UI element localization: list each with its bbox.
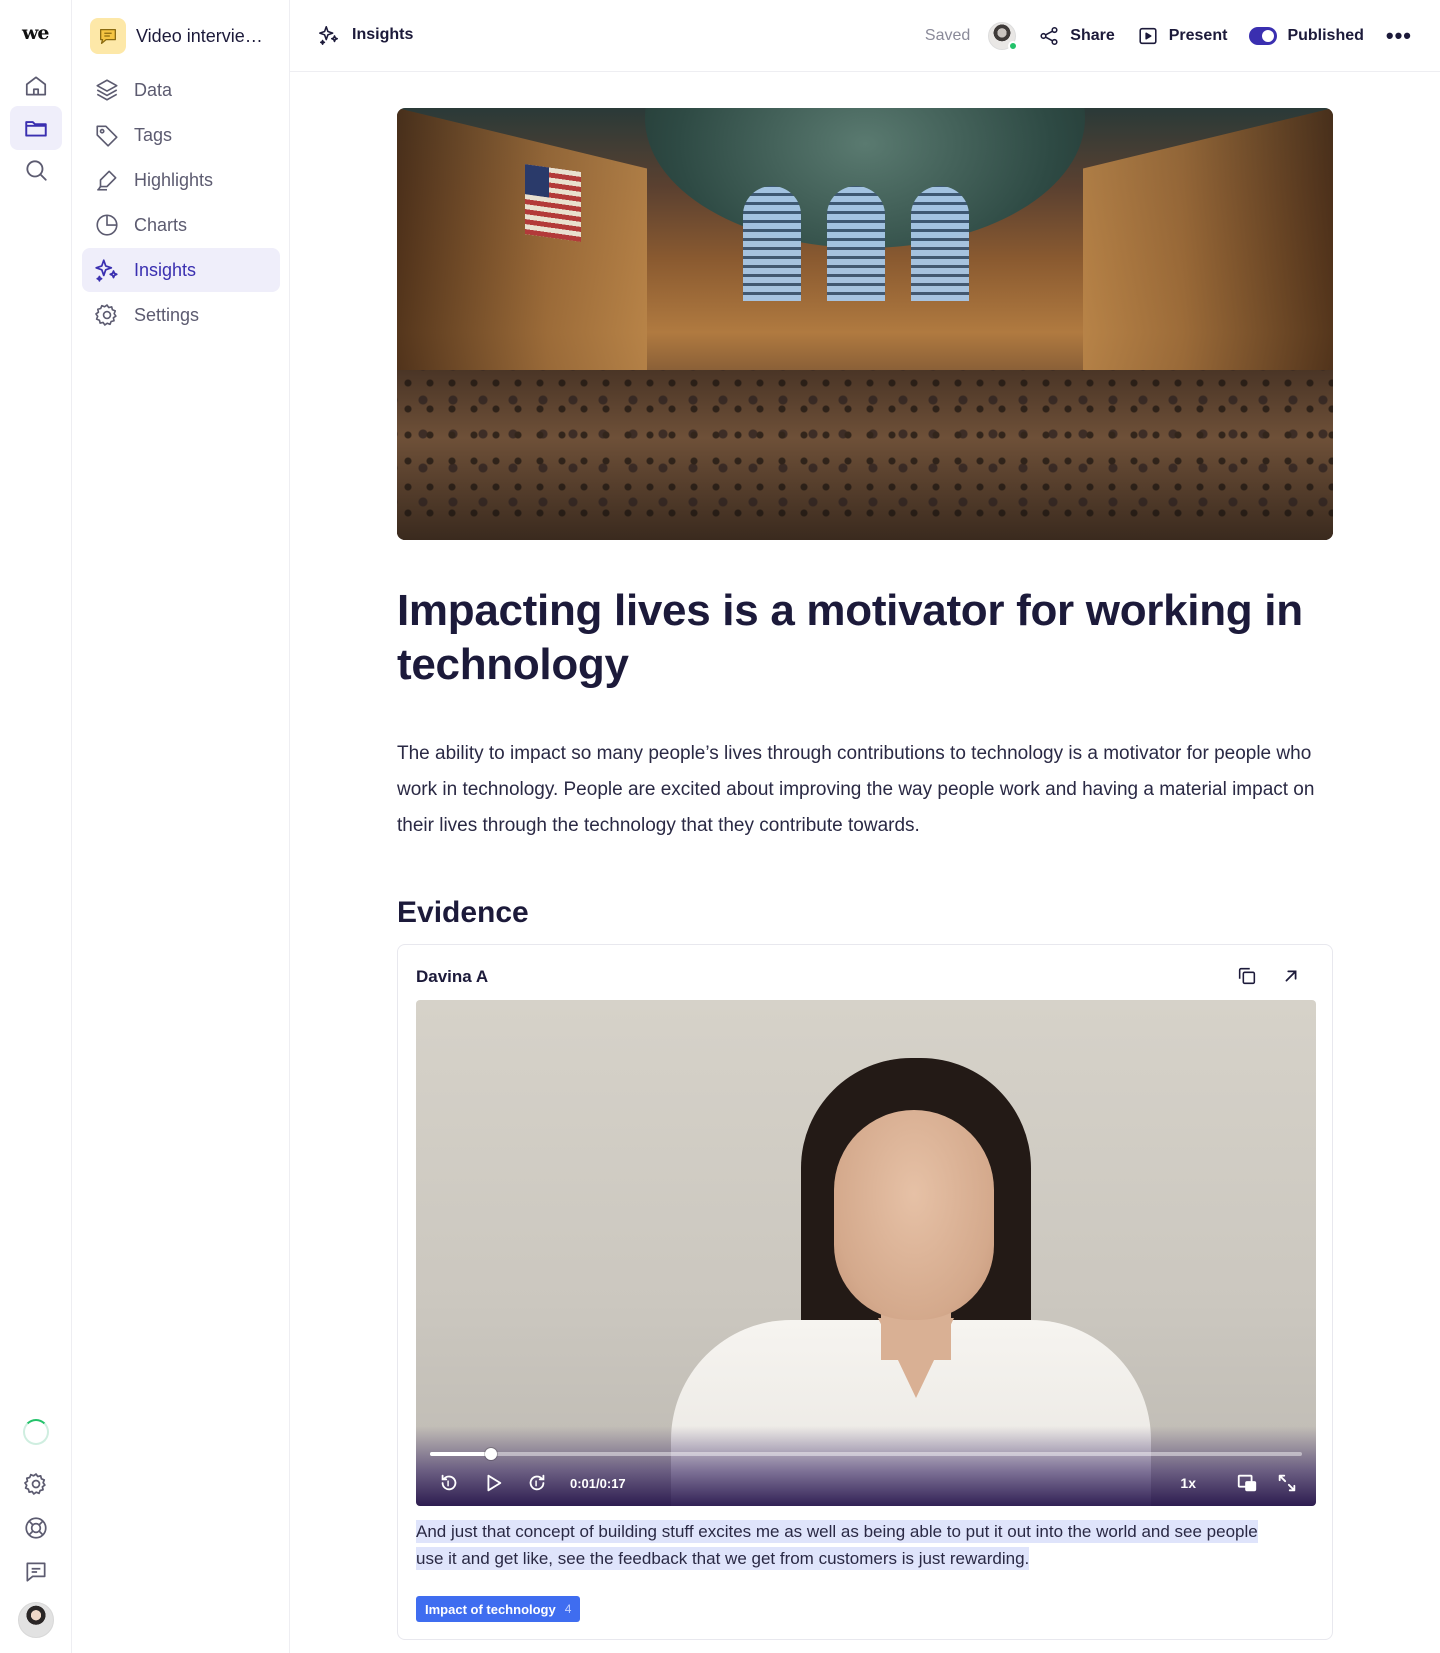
video-frame-detail [834, 1110, 994, 1320]
project-icon [90, 18, 126, 54]
insight-description[interactable]: The ability to impact so many people’s l… [397, 736, 1327, 844]
search-icon [26, 160, 47, 181]
copy-icon[interactable] [1236, 965, 1258, 987]
share-button[interactable]: Share [1038, 25, 1115, 47]
present-icon [1139, 27, 1157, 45]
evidence-card-actions [1236, 965, 1302, 987]
project-sidebar: Video intervie… Data Tags Highlights Cha… [72, 0, 290, 1653]
breadcrumb: Insights [318, 24, 413, 46]
sidebar-item-settings[interactable]: Settings [82, 293, 280, 337]
pie-chart-icon [96, 214, 118, 236]
sidebar-nav: Data Tags Highlights Charts Insights Set… [82, 68, 280, 338]
layers-icon [96, 79, 118, 101]
project-name: Video intervie… [136, 25, 263, 46]
gear-icon [95, 304, 117, 326]
cover-image-detail [743, 186, 801, 301]
header-actions: Saved Share Present Published ••• [925, 18, 1412, 54]
sidebar-item-insights[interactable]: Insights [82, 248, 280, 292]
rail-settings-button[interactable] [10, 1462, 62, 1506]
chat-bubble-icon [100, 28, 116, 44]
sidebar-item-charts[interactable]: Charts [82, 203, 280, 247]
video-progress-fill [430, 1452, 492, 1456]
cover-image-detail [911, 186, 969, 301]
top-bar: Insights Saved Share Present Published •… [290, 0, 1440, 72]
play-icon[interactable] [482, 1472, 504, 1494]
more-options-button[interactable]: ••• [1386, 23, 1412, 49]
tag-label: Impact of technology [425, 1601, 556, 1617]
toggle-switch[interactable] [1249, 27, 1278, 45]
online-indicator [1008, 41, 1019, 51]
insight-title[interactable]: Impacting lives is a motivator for worki… [397, 584, 1317, 692]
video-player[interactable]: 0:01/0:17 1x [416, 1000, 1316, 1506]
tag-chip[interactable]: Impact of technology 4 [416, 1596, 581, 1622]
lifebuoy-icon [25, 1517, 47, 1539]
quote-highlight: And just that concept of building stuff … [416, 1520, 1258, 1570]
sidebar-item-tags[interactable]: Tags [82, 113, 280, 157]
sidebar-item-data[interactable]: Data [82, 68, 280, 112]
transcript-quote[interactable]: And just that concept of building stuff … [416, 1518, 1276, 1572]
cover-image-detail [827, 186, 885, 301]
fullscreen-icon[interactable] [1276, 1472, 1298, 1494]
cover-image-detail [397, 370, 1333, 520]
video-scrubber-handle[interactable] [485, 1448, 498, 1460]
gear-icon [24, 1473, 46, 1495]
present-button[interactable]: Present [1137, 25, 1228, 47]
cover-image [397, 108, 1333, 540]
video-controls: 0:01/0:17 1x [438, 1468, 1298, 1498]
rail-feedback-button[interactable] [10, 1550, 62, 1594]
sparkles-icon [319, 25, 339, 45]
highlighter-icon [97, 170, 117, 191]
participant-name: Davina A [416, 967, 489, 986]
share-icon [1040, 26, 1058, 46]
sidebar-item-label: Tags [134, 124, 173, 145]
cover-image-detail [525, 164, 581, 242]
breadcrumb-label: Insights [352, 26, 414, 43]
share-label: Share [1070, 27, 1115, 44]
sidebar-item-label: Charts [134, 214, 188, 235]
chat-icon [26, 1562, 46, 1582]
forward-icon[interactable] [526, 1472, 548, 1494]
sidebar-item-label: Data [134, 79, 173, 100]
project-header[interactable]: Video intervie… [90, 18, 280, 54]
rail-help-button[interactable] [10, 1506, 62, 1550]
sidebar-item-highlights[interactable]: Highlights [82, 158, 280, 202]
evidence-card: Davina A 0:01/0:17 1x And just that conc… [397, 944, 1333, 1640]
folder-icon [25, 121, 47, 137]
open-external-icon[interactable] [1280, 965, 1302, 987]
rail-home-button[interactable] [10, 64, 62, 108]
rewind-icon[interactable] [438, 1472, 460, 1494]
picture-in-picture-icon[interactable] [1236, 1472, 1258, 1494]
insight-content: Impacting lives is a motivator for worki… [397, 108, 1333, 1640]
rail-search-button[interactable] [10, 148, 62, 192]
evidence-heading: Evidence [397, 896, 529, 929]
saved-status: Saved [924, 27, 971, 44]
home-icon [25, 76, 47, 96]
user-avatar[interactable] [18, 1602, 54, 1638]
tag-icon [96, 125, 118, 147]
app-logo[interactable]: we [22, 22, 49, 44]
video-controls-right: 1x [1180, 1468, 1298, 1498]
video-progress-bar[interactable] [430, 1448, 1302, 1460]
present-label: Present [1168, 27, 1228, 44]
published-label: Published [1287, 27, 1364, 44]
tag-count: 4 [564, 1602, 572, 1616]
playback-speed-button[interactable]: 1x [1180, 1475, 1196, 1491]
published-toggle[interactable]: Published [1249, 27, 1364, 45]
video-timestamp: 0:01/0:17 [570, 1475, 626, 1491]
sync-status-spinner [23, 1419, 49, 1445]
collaborator-avatar[interactable] [988, 22, 1019, 51]
app-rail: we [0, 0, 72, 1653]
sidebar-item-label: Insights [134, 259, 197, 280]
rail-projects-button[interactable] [10, 106, 62, 150]
sidebar-item-label: Settings [134, 304, 200, 325]
sidebar-item-label: Highlights [134, 169, 214, 190]
sparkles-icon [95, 259, 118, 282]
